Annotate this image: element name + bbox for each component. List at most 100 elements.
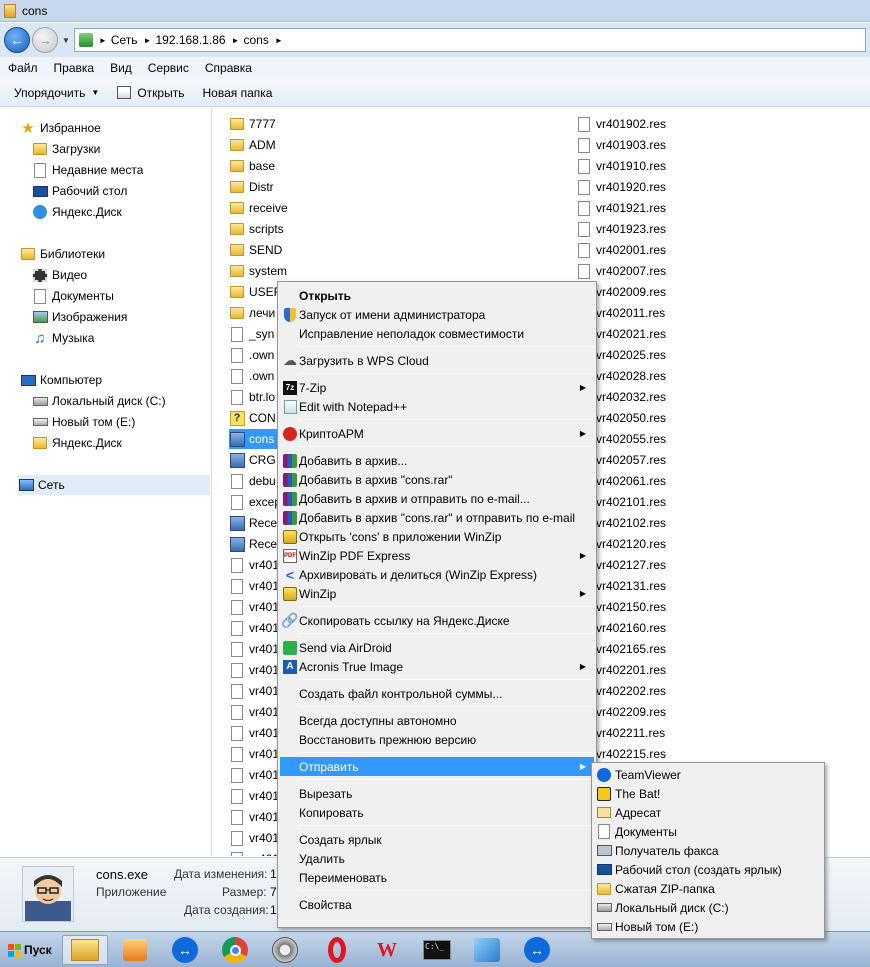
menu-item-18[interactable]: WinZip ▶ <box>280 584 594 603</box>
file-item[interactable]: base <box>229 156 289 176</box>
file-item[interactable]: vr401921.res <box>576 198 666 218</box>
send-to-item-7[interactable]: Локальный диск (C:) <box>594 898 822 917</box>
file-item[interactable]: vr402001.res <box>576 240 666 260</box>
taskbar-chrome[interactable] <box>212 935 258 965</box>
menu-item-4[interactable]: ☁ Загрузить в WPS Cloud <box>280 351 594 370</box>
nav-computer[interactable]: Компьютер <box>20 370 102 390</box>
send-to-item-6[interactable]: Сжатая ZIP-папка <box>594 879 822 898</box>
menu-item-25[interactable]: Создать файл контрольной суммы... <box>280 684 594 703</box>
menu-item-7[interactable]: Edit with Notepad++ <box>280 397 594 416</box>
menu-item-33[interactable]: Копировать <box>280 803 594 822</box>
nav-drive-c[interactable]: Локальный диск (C:) <box>32 391 166 411</box>
menu-item-35[interactable]: Создать ярлык <box>280 830 594 849</box>
nav-video[interactable]: Видео <box>32 265 87 285</box>
menu-item-2[interactable]: Исправление неполадок совместимости <box>280 324 594 343</box>
breadcrumb-network[interactable]: ► Сеть <box>99 33 138 47</box>
nav-favorites[interactable]: ★ Избранное <box>20 118 101 138</box>
nav-pictures[interactable]: Изображения <box>32 307 127 327</box>
file-name: vr401902.res <box>596 117 667 131</box>
recent-pages-chevron-icon[interactable]: ▼ <box>62 36 70 45</box>
breadcrumb[interactable]: ► Сеть ► 192.168.1.86 ► cons ► <box>73 28 866 52</box>
menu-tools[interactable]: Сервис <box>148 61 189 75</box>
nav-documents[interactable]: Документы <box>32 286 114 306</box>
file-item[interactable]: vr401902.res <box>576 114 666 134</box>
taskbar-command-prompt[interactable]: C:\_ <box>414 935 460 965</box>
send-to-item-8[interactable]: Новый том (E:) <box>594 917 822 936</box>
breadcrumb-host[interactable]: ► 192.168.1.86 <box>144 33 226 47</box>
file-item[interactable]: SEND <box>229 240 289 260</box>
nav-yandex-disk[interactable]: Яндекс.Диск <box>32 202 122 222</box>
menu-item-0[interactable]: Открыть <box>280 286 594 305</box>
menu-item-36[interactable]: Удалить <box>280 849 594 868</box>
taskbar-explorer[interactable] <box>62 935 108 965</box>
taskbar-opera[interactable] <box>314 935 360 965</box>
nav-music[interactable]: ♫ Музыка <box>32 328 94 348</box>
file-item[interactable]: vr401923.res <box>576 219 666 239</box>
menu-help[interactable]: Справка <box>205 61 252 75</box>
breadcrumb-chevron-icon[interactable]: ► <box>275 36 287 45</box>
send-to-item-4[interactable]: Получатель факса <box>594 841 822 860</box>
organize-button[interactable]: Упорядочить ▼ <box>14 86 99 100</box>
file-name: vr401 <box>249 600 280 614</box>
file-item[interactable]: scripts <box>229 219 289 239</box>
folder-icon <box>229 263 245 279</box>
nav-downloads[interactable]: Загрузки <box>32 139 100 159</box>
forward-button[interactable]: → <box>32 27 58 53</box>
file-item[interactable]: 7777 <box>229 114 289 134</box>
menu-item-22[interactable]: Send via AirDroid <box>280 638 594 657</box>
menu-item-14[interactable]: Добавить в архив "cons.rar" и отправить … <box>280 508 594 527</box>
nav-libraries[interactable]: Библиотеки <box>20 244 105 264</box>
start-button[interactable]: Пуск <box>2 938 58 962</box>
taskbar-teamviewer-2[interactable]: ↔ <box>514 935 560 965</box>
menu-item-17[interactable]: < Архивировать и делиться (WinZip Express… <box>280 565 594 584</box>
file-item[interactable]: vr401920.res <box>576 177 666 197</box>
send-to-item-5[interactable]: Рабочий стол (создать ярлык) <box>594 860 822 879</box>
nav-recent-places[interactable]: Недавние места <box>32 160 143 180</box>
nav-desktop[interactable]: Рабочий стол <box>32 181 127 201</box>
taskbar-app-reel[interactable] <box>262 935 308 965</box>
title-bar: cons <box>0 0 870 22</box>
menu-view[interactable]: Вид <box>110 61 132 75</box>
menu-item-13[interactable]: Добавить в архив и отправить по e-mail..… <box>280 489 594 508</box>
send-to-item-2[interactable]: Адресат <box>594 803 822 822</box>
menu-item-32[interactable]: Вырезать <box>280 784 594 803</box>
file-item[interactable]: system <box>229 261 289 281</box>
file-item[interactable]: cons <box>229 429 277 449</box>
back-button[interactable]: ← <box>4 27 30 53</box>
menu-item-12[interactable]: Добавить в архив "cons.rar" <box>280 470 594 489</box>
menu-item-6[interactable]: 7z 7-Zip ▶ <box>280 378 594 397</box>
send-to-item-0[interactable]: TeamViewer <box>594 765 822 784</box>
nav-drive-e[interactable]: Новый том (E:) <box>32 412 135 432</box>
nav-computer-yandex-disk[interactable]: Яндекс.Диск <box>32 433 122 453</box>
menu-item-send-to[interactable]: Отправить ▶ <box>280 757 594 776</box>
open-button[interactable]: Открыть <box>117 86 184 100</box>
file-item[interactable]: receive <box>229 198 289 218</box>
menu-item-15[interactable]: Открыть 'cons' в приложении WinZip <box>280 527 594 546</box>
nav-network[interactable]: Сеть <box>18 475 210 495</box>
menu-edit[interactable]: Правка <box>54 61 95 75</box>
menu-item-11[interactable]: Добавить в архив... <box>280 451 594 470</box>
menu-item-37[interactable]: Переименовать <box>280 868 594 887</box>
file-item[interactable]: vr401910.res <box>576 156 666 176</box>
file-item[interactable]: vr402007.res <box>576 261 666 281</box>
send-to-item-1[interactable]: The Bat! <box>594 784 822 803</box>
new-folder-button[interactable]: Новая папка <box>202 86 272 100</box>
breadcrumb-cons[interactable]: ► cons <box>232 33 269 47</box>
taskbar-network-app[interactable] <box>464 935 510 965</box>
menu-item-28[interactable]: Восстановить прежнюю версию <box>280 730 594 749</box>
send-to-item-3[interactable]: Документы <box>594 822 822 841</box>
menu-item-23[interactable]: A Acronis True Image ▶ <box>280 657 594 676</box>
menu-item-27[interactable]: Всегда доступны автономно <box>280 711 594 730</box>
file-item[interactable]: vr401903.res <box>576 135 666 155</box>
taskbar-teamviewer[interactable]: ↔ <box>162 935 208 965</box>
menu-item-16[interactable]: PDF WinZip PDF Express ▶ <box>280 546 594 565</box>
menu-item-39[interactable]: Свойства <box>280 895 594 914</box>
menu-item-1[interactable]: Запуск от имени администратора <box>280 305 594 324</box>
file-item[interactable]: ADM <box>229 135 289 155</box>
menu-item-20[interactable]: 🔗 Скопировать ссылку на Яндекс.Диске <box>280 611 594 630</box>
menu-file[interactable]: Файл <box>8 61 38 75</box>
taskbar-media-player[interactable] <box>112 935 158 965</box>
menu-item-9[interactable]: КриптоАРМ ▶ <box>280 424 594 443</box>
file-item[interactable]: Distr <box>229 177 289 197</box>
taskbar-wps-office[interactable]: W <box>364 935 410 965</box>
